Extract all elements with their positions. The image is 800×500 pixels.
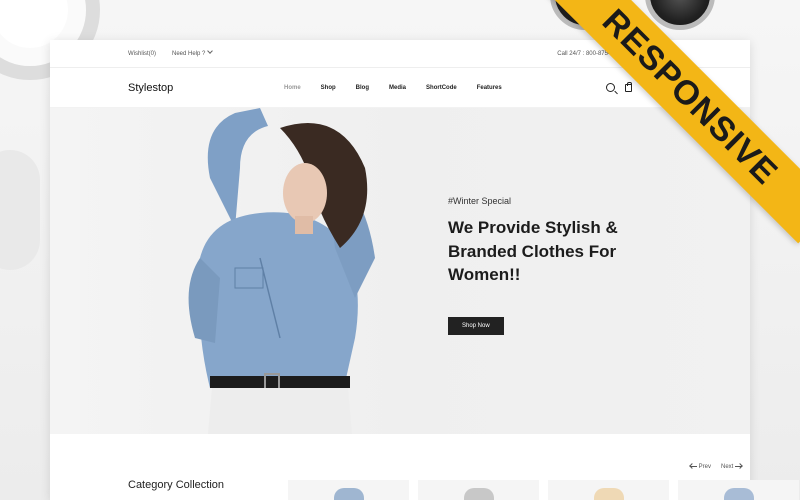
hero-tag: #Winter Special	[448, 196, 512, 206]
nav-item-shop[interactable]: Shop	[321, 85, 336, 91]
carousel-pager: Prev Next	[689, 464, 742, 470]
decor-object	[0, 150, 40, 270]
nav-menu: Home Shop Blog Media ShortCode Features	[284, 85, 502, 91]
search-icon[interactable]	[606, 83, 615, 92]
product-card[interactable]	[418, 480, 539, 500]
category-section: Category Collection Prev Next	[50, 434, 799, 500]
help-label: Need Help ?	[172, 50, 206, 57]
website-preview: Wishlist(0) Need Help ? Call 24/7 : 800-…	[50, 40, 799, 500]
product-card[interactable]	[548, 480, 669, 500]
chevron-down-icon	[207, 47, 214, 54]
hero-text: #Winter Special We Provide Stylish & Bra…	[448, 196, 638, 335]
hero-headline: We Provide Stylish & Branded Clothes For…	[448, 218, 618, 284]
hero-banner: #Winter Special We Provide Stylish & Bra…	[50, 108, 750, 434]
site-logo[interactable]: Stylestop	[128, 82, 284, 94]
shop-now-button[interactable]: Shop Now	[448, 316, 504, 335]
wishlist-link[interactable]: Wishlist(0)	[128, 51, 156, 57]
nav-item-shortcode[interactable]: ShortCode	[426, 85, 457, 91]
product-card[interactable]	[678, 480, 799, 500]
arrow-left-icon	[689, 465, 697, 467]
prev-button[interactable]: Prev	[689, 464, 711, 470]
shirt-image	[464, 488, 494, 500]
prev-label: Prev	[698, 464, 711, 470]
shirt-image	[334, 488, 364, 500]
help-dropdown[interactable]: Need Help ?	[172, 47, 214, 57]
nav-item-features[interactable]: Features	[477, 85, 502, 91]
shirt-image	[724, 488, 754, 500]
next-label: Next	[720, 464, 734, 470]
nav-icons	[606, 81, 632, 92]
nav-item-blog[interactable]: Blog	[356, 85, 369, 91]
product-cards	[288, 480, 799, 500]
shirt-image	[594, 488, 624, 500]
product-card[interactable]	[288, 480, 409, 500]
arrow-right-icon	[735, 465, 742, 467]
bag-icon[interactable]	[625, 81, 632, 92]
section-title: Category Collection	[128, 479, 224, 491]
nav-item-media[interactable]: Media	[389, 85, 406, 91]
model-image	[188, 108, 375, 434]
nav-item-home[interactable]: Home	[284, 85, 301, 91]
next-button[interactable]: Next	[721, 464, 742, 470]
